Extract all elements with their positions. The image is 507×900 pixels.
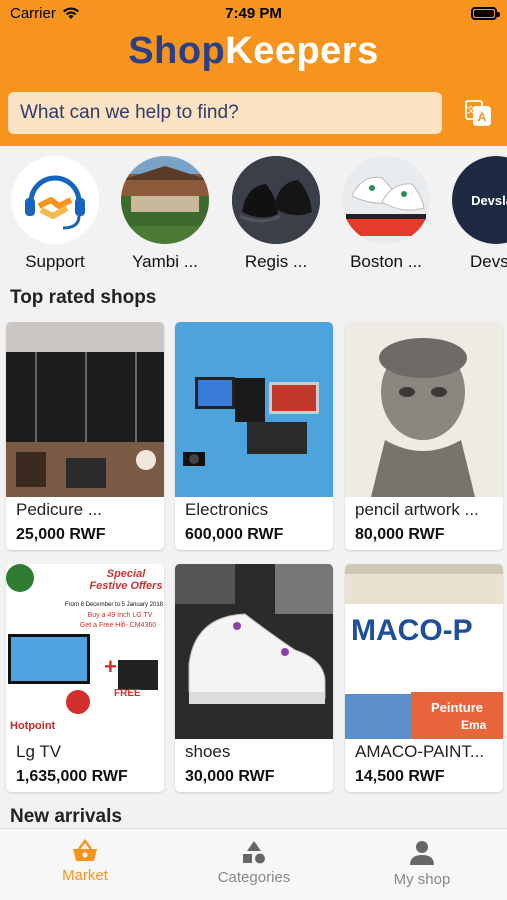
- product-price: 25,000 RWF: [16, 526, 106, 543]
- tab-label: Market: [62, 867, 108, 884]
- story-avatar: [232, 156, 320, 244]
- product-price: 30,000 RWF: [185, 768, 275, 785]
- product-card[interactable]: pencil artwork ... 80,000 RWF: [345, 322, 503, 550]
- story-avatar: [342, 156, 430, 244]
- sneakers-photo: [342, 156, 430, 244]
- product-price: 80,000 RWF: [355, 526, 445, 543]
- battery-icon: [471, 7, 500, 20]
- svg-text:+: +: [104, 654, 117, 679]
- tab-label: Categories: [217, 869, 291, 886]
- story-yambi[interactable]: Yambi ...: [121, 156, 209, 272]
- story-devslab[interactable]: Devslab Devsla: [452, 156, 507, 272]
- product-image: [6, 322, 164, 497]
- promo-dates: From 8 December to 5 January 2018: [64, 602, 164, 608]
- product-price: 1,635,000 RWF: [16, 768, 128, 785]
- story-label: Regis ...: [244, 252, 308, 271]
- person-icon: [410, 841, 434, 865]
- search-placeholder: What can we help to find?: [20, 102, 239, 123]
- status-time: 7:49 PM: [225, 5, 282, 22]
- shapes-icon: [243, 841, 265, 864]
- story-regis[interactable]: Regis ...: [232, 156, 320, 272]
- bottom-tab-bar: Market Categories My shop: [0, 828, 507, 900]
- product-name: Pedicure ...: [16, 500, 102, 519]
- app-logo: ShopKeepers: [0, 30, 507, 73]
- translate-icon[interactable]: A 文: [463, 98, 493, 128]
- building-photo: [121, 156, 209, 244]
- product-image: + Special Festive Offers From 8 December…: [6, 564, 164, 739]
- product-name: pencil artwork ...: [355, 500, 479, 519]
- promo-get: Get a Free Hifi- CM4360: [79, 622, 157, 629]
- promo-title: Special Festive Offers: [89, 568, 163, 592]
- product-card[interactable]: shoes 30,000 RWF: [175, 564, 333, 792]
- story-label: Support: [25, 252, 85, 271]
- product-name: Lg TV: [16, 742, 62, 761]
- shop-stories-row: Support Yambi ... Regis ... Boston ... D…: [0, 146, 507, 276]
- product-card[interactable]: Electronics 600,000 RWF: [175, 322, 333, 550]
- story-label: Yambi ...: [132, 252, 198, 271]
- product-image: [175, 564, 333, 739]
- story-support[interactable]: Support: [11, 156, 99, 272]
- promo-brand: Hotpoint: [10, 720, 56, 732]
- logo-part-keepers: Keepers: [225, 30, 379, 72]
- promo-free: FREE: [114, 688, 141, 699]
- product-image: MACO-P Peinture Ema: [345, 564, 503, 739]
- product-label-text: MACO-P: [351, 614, 473, 647]
- basket-icon: [73, 839, 97, 861]
- new-arrivals-heading: New arrivals: [10, 806, 122, 827]
- product-name: shoes: [185, 742, 231, 761]
- svg-text:文: 文: [466, 104, 475, 115]
- tab-label: My shop: [393, 871, 451, 888]
- app-header: Carrier 7:49 PM ShopKeepers What can we …: [0, 0, 507, 146]
- story-label: Boston ...: [350, 252, 422, 271]
- product-card[interactable]: + Special Festive Offers From 8 December…: [6, 564, 164, 792]
- headset-handshake-icon: [25, 175, 85, 230]
- story-boston[interactable]: Boston ...: [342, 156, 430, 272]
- top-rated-heading: Top rated shops: [10, 287, 157, 308]
- product-price: 14,500 RWF: [355, 768, 445, 785]
- tab-market[interactable]: Market: [30, 839, 140, 884]
- devslab-logo-text: Devslab: [471, 192, 507, 208]
- promo-buy: Buy a 49 Inch LG TV: [87, 612, 153, 619]
- product-card[interactable]: MACO-P Peinture Ema AMACO-PAINT... 14,50…: [345, 564, 503, 792]
- search-input[interactable]: What can we help to find?: [8, 92, 442, 134]
- story-avatar: [121, 156, 209, 244]
- story-avatar: [11, 156, 99, 244]
- product-name: AMACO-PAINT...: [355, 742, 485, 761]
- story-avatar: Devslab: [452, 156, 507, 244]
- product-price: 600,000 RWF: [185, 526, 284, 543]
- product-image: [175, 322, 333, 497]
- story-label: Devsla: [470, 252, 507, 271]
- tab-categories[interactable]: Categories: [199, 839, 309, 886]
- status-bar: Carrier 7:49 PM: [0, 0, 507, 28]
- tab-my-shop[interactable]: My shop: [367, 839, 477, 888]
- shoes-photo: [232, 156, 320, 244]
- product-name: Electronics: [185, 500, 269, 519]
- product-image: [345, 322, 503, 497]
- product-label-sub2: Ema: [461, 718, 487, 732]
- product-card[interactable]: Pedicure ... 25,000 RWF: [6, 322, 164, 550]
- svg-text:A: A: [478, 110, 487, 124]
- product-label-sub: Peinture: [431, 700, 484, 715]
- logo-part-shop: Shop: [128, 30, 226, 72]
